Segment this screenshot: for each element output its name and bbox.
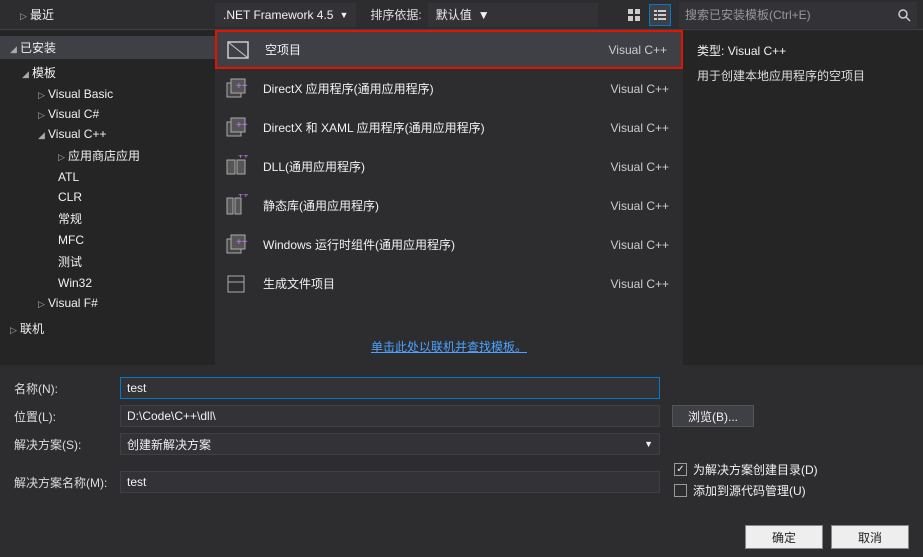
online-templates-link[interactable]: 单击此处以联机并查找模板。 bbox=[215, 328, 683, 365]
project-icon: ++ bbox=[223, 115, 249, 141]
tree-vb[interactable]: ▷Visual Basic bbox=[0, 84, 215, 104]
templates-node[interactable]: ◢模板 bbox=[0, 61, 215, 84]
svg-text:++: ++ bbox=[236, 81, 248, 92]
template-item[interactable]: ++ 静态库(通用应用程序)Visual C++ bbox=[215, 186, 683, 225]
template-item-empty[interactable]: 空项目Visual C++ bbox=[215, 30, 683, 69]
source-control-checkbox[interactable] bbox=[674, 484, 687, 497]
chevron-down-icon: ▼ bbox=[478, 8, 490, 22]
project-icon: ++ bbox=[223, 154, 249, 180]
template-description: 用于创建本地应用程序的空项目 bbox=[697, 67, 909, 84]
sort-select[interactable]: 默认值▼ bbox=[428, 3, 598, 27]
chevron-down-icon: ▼ bbox=[339, 10, 348, 20]
template-item[interactable]: ++ DirectX 和 XAML 应用程序(通用应用程序)Visual C++ bbox=[215, 108, 683, 147]
project-icon: ++ bbox=[223, 232, 249, 258]
sort-label: 排序依据: bbox=[364, 6, 427, 23]
search-icon bbox=[897, 8, 911, 22]
installed-node[interactable]: ◢已安装 bbox=[0, 36, 215, 59]
solution-name-input[interactable] bbox=[120, 471, 660, 493]
template-item[interactable]: ++ DirectX 应用程序(通用应用程序)Visual C++ bbox=[215, 69, 683, 108]
chevron-down-icon: ▼ bbox=[644, 439, 653, 449]
details-panel: 类型: Visual C++ 用于创建本地应用程序的空项目 bbox=[683, 30, 923, 365]
project-icon bbox=[225, 37, 251, 63]
template-list[interactable]: 空项目Visual C++ ++ DirectX 应用程序(通用应用程序)Vis… bbox=[215, 30, 683, 328]
recent-node[interactable]: ▷最近 bbox=[10, 5, 54, 25]
tree-general[interactable]: 常规 bbox=[0, 207, 215, 230]
name-input[interactable] bbox=[120, 377, 660, 399]
online-node[interactable]: ▷联机 bbox=[0, 317, 215, 340]
category-tree[interactable]: ◢已安装 ◢模板 ▷Visual Basic ▷Visual C# ◢Visua… bbox=[0, 30, 215, 365]
template-item[interactable]: ++ DLL(通用应用程序)Visual C++ bbox=[215, 147, 683, 186]
svg-text:++: ++ bbox=[238, 194, 248, 200]
framework-select[interactable]: .NET Framework 4.5▼ bbox=[215, 3, 356, 27]
location-input[interactable] bbox=[120, 405, 660, 427]
tree-test[interactable]: 测试 bbox=[0, 250, 215, 273]
svg-text:++: ++ bbox=[236, 237, 248, 248]
tree-vfsharp[interactable]: ▷Visual F# bbox=[0, 293, 215, 313]
solution-name-label: 解决方案名称(M): bbox=[14, 474, 120, 491]
search-input[interactable]: 搜索已安装模板(Ctrl+E) bbox=[679, 2, 917, 28]
location-label: 位置(L): bbox=[14, 408, 120, 425]
template-item[interactable]: ++ Windows 运行时组件(通用应用程序)Visual C++ bbox=[215, 225, 683, 264]
tree-store-app[interactable]: ▷应用商店应用 bbox=[0, 144, 215, 167]
tree-clr[interactable]: CLR bbox=[0, 187, 215, 207]
template-item[interactable]: 生成文件项目Visual C++ bbox=[215, 264, 683, 303]
view-list-icon[interactable] bbox=[649, 4, 671, 26]
type-value: Visual C++ bbox=[728, 44, 786, 58]
view-large-icon[interactable] bbox=[623, 4, 645, 26]
project-icon: ++ bbox=[223, 76, 249, 102]
solution-label: 解决方案(S): bbox=[14, 436, 120, 453]
type-label: 类型: bbox=[697, 44, 724, 58]
project-icon bbox=[223, 271, 249, 297]
tree-mfc[interactable]: MFC bbox=[0, 230, 215, 250]
cancel-button[interactable]: 取消 bbox=[831, 525, 909, 549]
project-icon: ++ bbox=[223, 193, 249, 219]
tree-vcsharp[interactable]: ▷Visual C# bbox=[0, 104, 215, 124]
create-dir-label: 为解决方案创建目录(D) bbox=[693, 461, 818, 478]
svg-text:++: ++ bbox=[238, 155, 248, 161]
ok-button[interactable]: 确定 bbox=[745, 525, 823, 549]
create-dir-checkbox[interactable] bbox=[674, 463, 687, 476]
svg-text:++: ++ bbox=[236, 120, 248, 131]
browse-button[interactable]: 浏览(B)... bbox=[672, 405, 754, 427]
name-label: 名称(N): bbox=[14, 380, 120, 397]
tree-atl[interactable]: ATL bbox=[0, 167, 215, 187]
source-control-label: 添加到源代码管理(U) bbox=[693, 482, 806, 499]
solution-select[interactable]: 创建新解决方案▼ bbox=[120, 433, 660, 455]
tree-vcpp[interactable]: ◢Visual C++ bbox=[0, 124, 215, 144]
tree-win32[interactable]: Win32 bbox=[0, 273, 215, 293]
